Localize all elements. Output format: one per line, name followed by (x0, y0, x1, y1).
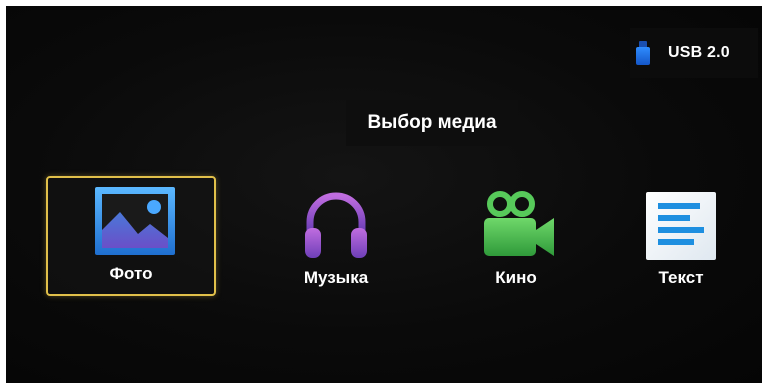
media-item-label: Текст (658, 268, 704, 287)
media-item-label: Фото (109, 264, 153, 283)
usb-label: USB 2.0 (668, 44, 730, 61)
media-item-label: Музыка (303, 268, 369, 287)
title-box: Выбор медиа (346, 100, 518, 146)
usb-status: USB 2.0 (630, 28, 758, 78)
media-item-text[interactable]: Текст (618, 176, 744, 296)
headphones-icon (304, 190, 368, 265)
tv-screen: USB 2.0 Выбор медиа Фото Музыка Кино Тек… (6, 6, 762, 383)
media-item-label: Кино (495, 268, 537, 287)
media-item-music[interactable]: Музыка (268, 176, 404, 296)
media-item-video[interactable]: Кино (450, 176, 582, 296)
photo-icon (94, 186, 176, 263)
text-document-icon (644, 192, 718, 267)
usb-drive-icon (636, 41, 650, 65)
page-title: Выбор медиа (367, 112, 497, 133)
video-camera-icon (480, 190, 556, 265)
media-item-photo[interactable]: Фото (46, 176, 216, 296)
